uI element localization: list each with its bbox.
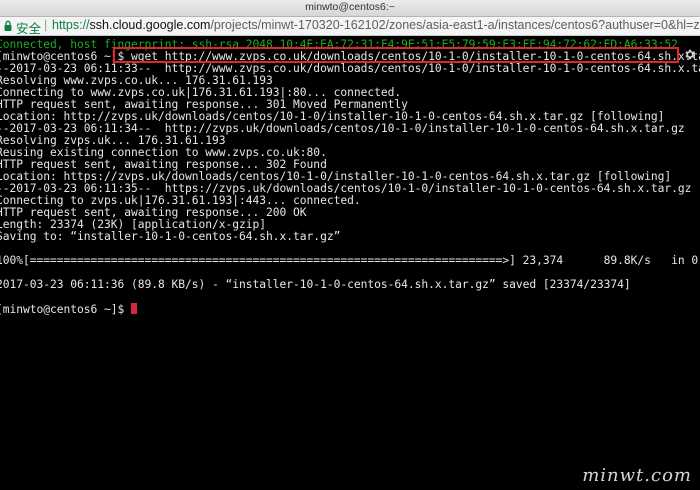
address-bar[interactable]: 安全 | https://ssh.cloud.google.com/projec… — [0, 17, 700, 36]
terminal-line: Saving to: “installer-10-1-0-centos-64.s… — [0, 230, 341, 243]
window-title: minwto@centos6:~ — [305, 1, 395, 13]
address-separator: | — [44, 18, 48, 32]
terminal[interactable]: Connected, host fingerprint: ssh-rsa 204… — [0, 36, 700, 490]
lock-icon — [4, 20, 12, 31]
terminal-cursor — [131, 303, 138, 314]
terminal-line: 2017-03-23 06:11:36 (89.8 KB/s) - “insta… — [0, 278, 631, 291]
gear-icon[interactable] — [683, 48, 696, 61]
command-highlight-box — [113, 47, 679, 63]
terminal-line-progress: 100%[===================================… — [0, 254, 700, 267]
url-path: /projects/minwt-170320-162102/zones/asia… — [210, 18, 700, 32]
secure-label: 安全 — [16, 22, 42, 36]
watermark-logo: minwt.com — [582, 465, 692, 486]
window-titlebar: minwto@centos6:~ — [0, 0, 700, 17]
url-host: ssh.cloud.google.com — [89, 18, 211, 32]
terminal-line-prompt: [minwto@centos6 ~]$ — [0, 303, 138, 316]
prompt-text: [minwto@centos6 ~]$ — [0, 303, 132, 316]
url-scheme: https:// — [52, 18, 90, 32]
url-field[interactable]: https://ssh.cloud.google.com/projects/mi… — [52, 18, 700, 32]
